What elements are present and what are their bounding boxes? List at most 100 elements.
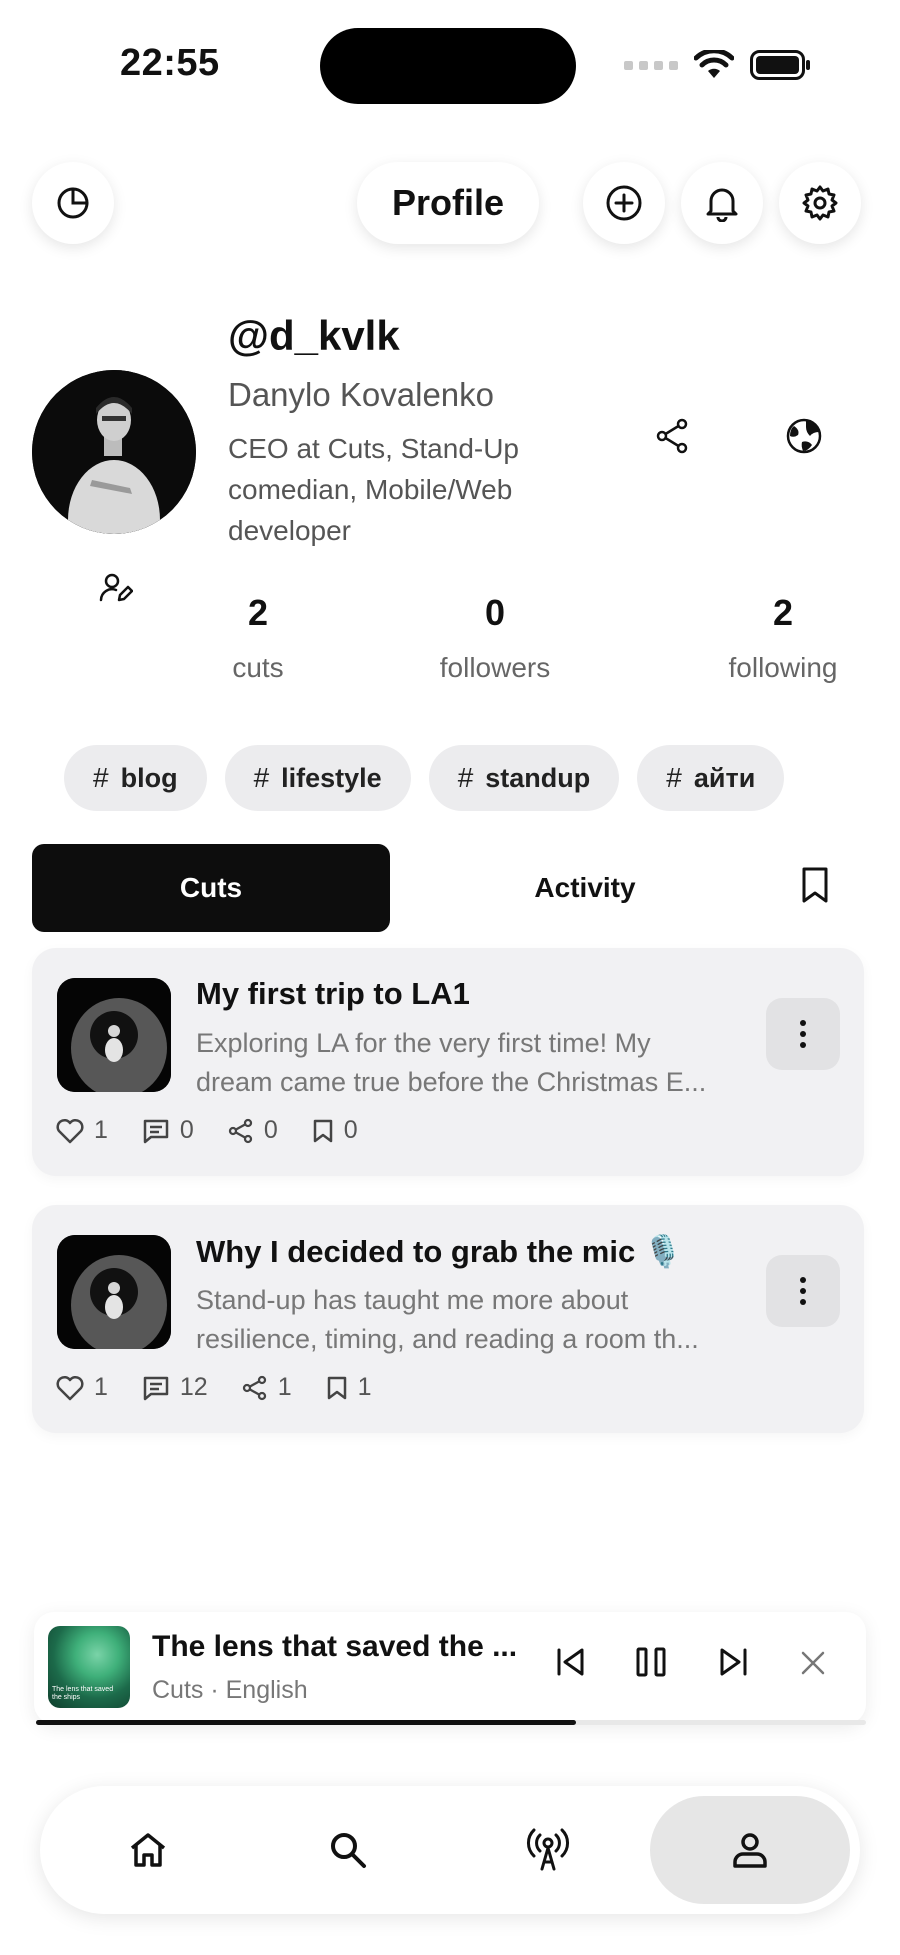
- history-button[interactable]: [32, 162, 114, 244]
- comment-count: 12: [179, 1373, 208, 1401]
- post-card[interactable]: Why I decided to grab the mic 🎙️ Stand-u…: [32, 1205, 864, 1433]
- edit-profile-button[interactable]: [96, 568, 136, 608]
- history-icon: [57, 187, 89, 219]
- previous-button[interactable]: [554, 1646, 588, 1683]
- stat-following-label: following: [728, 652, 838, 683]
- nav-search[interactable]: [268, 1786, 428, 1914]
- more-vertical-icon: [800, 1277, 806, 1305]
- save-count: 0: [343, 1116, 358, 1144]
- player-progress-fill: [36, 1720, 576, 1725]
- pause-button[interactable]: [634, 1646, 668, 1683]
- tag-lifestyle[interactable]: # lifestyle: [224, 745, 411, 811]
- tag-list: # blog # lifestyle # standup # айти: [64, 745, 785, 811]
- dynamic-island: [320, 28, 576, 104]
- search-icon: [331, 1833, 366, 1868]
- nav-live[interactable]: [468, 1786, 628, 1914]
- hash-icon: #: [666, 762, 682, 793]
- hash-icon: #: [457, 762, 474, 793]
- post-stats: 1 0 0 0: [56, 1116, 392, 1145]
- stat-following[interactable]: 2 following: [708, 592, 858, 684]
- add-button[interactable]: [583, 162, 665, 244]
- hash-icon: #: [93, 762, 109, 793]
- tab-activity[interactable]: Activity: [440, 844, 730, 932]
- share-button[interactable]: 1: [242, 1373, 292, 1402]
- post-thumbnail: [57, 1235, 171, 1349]
- artwork-caption: The lens that saved the ships: [52, 1686, 114, 1701]
- pause-icon: [636, 1647, 666, 1677]
- page-title: Profile: [357, 162, 539, 244]
- post-description-line: Stand-up has taught me more about: [196, 1285, 629, 1315]
- cellular-signal-icon: [624, 60, 678, 70]
- post-thumbnail: [57, 978, 171, 1092]
- website-button[interactable]: [780, 412, 828, 460]
- comment-button[interactable]: 12: [142, 1373, 208, 1402]
- wifi-icon: [694, 50, 734, 78]
- comment-button[interactable]: 0: [142, 1116, 194, 1145]
- save-button[interactable]: 1: [326, 1373, 372, 1402]
- status-time: 22:55: [120, 42, 220, 84]
- hash-icon: #: [253, 762, 270, 793]
- stat-cuts-label: cuts: [232, 652, 284, 683]
- tag-blog[interactable]: # blog: [64, 745, 207, 811]
- mini-player[interactable]: The lens that saved the ships The lens t…: [34, 1612, 866, 1724]
- tag-aiti[interactable]: # айти: [637, 745, 785, 811]
- post-card[interactable]: My first trip to LA1 Exploring LA for th…: [32, 948, 864, 1176]
- post-stats: 1 12 1 1: [56, 1373, 406, 1402]
- share-count: 1: [277, 1373, 292, 1401]
- post-more-button[interactable]: [766, 998, 840, 1070]
- stat-cuts[interactable]: 2 cuts: [218, 592, 298, 684]
- post-description-line: Exploring LA for the very first time! My: [196, 1028, 651, 1058]
- tag-label: standup: [485, 762, 591, 793]
- more-vertical-icon: [800, 1020, 806, 1048]
- heart-icon: [56, 1375, 84, 1400]
- close-player-button[interactable]: [800, 1650, 826, 1681]
- post-title: My first trip to LA1: [196, 976, 470, 1011]
- nav-home[interactable]: [68, 1786, 228, 1914]
- battery-icon: [750, 50, 810, 80]
- player-progress[interactable]: [36, 1720, 866, 1725]
- tag-label: blog: [120, 762, 178, 793]
- comment-count: 0: [179, 1116, 194, 1144]
- like-count: 1: [94, 1116, 108, 1144]
- edit-profile-icon: [99, 573, 133, 602]
- player-title: The lens that saved the ...: [152, 1630, 518, 1663]
- gear-icon: [802, 185, 838, 221]
- tag-label: айти: [693, 762, 756, 793]
- player-artwork: The lens that saved the ships: [48, 1626, 130, 1708]
- comment-icon: [143, 1376, 169, 1400]
- tab-saved[interactable]: [800, 866, 830, 909]
- nav-profile[interactable]: [670, 1786, 830, 1914]
- post-more-button[interactable]: [766, 1255, 840, 1327]
- user-icon: [733, 1833, 767, 1868]
- skip-previous-icon: [557, 1648, 584, 1676]
- bookmark-icon: [802, 867, 828, 903]
- share-icon: [242, 1375, 266, 1400]
- share-button[interactable]: 0: [228, 1116, 278, 1145]
- bell-icon: [706, 188, 738, 222]
- like-button[interactable]: 1: [56, 1116, 108, 1145]
- bookmark-icon: [313, 1119, 332, 1142]
- status-icons: [624, 50, 812, 80]
- tag-standup[interactable]: # standup: [428, 745, 620, 811]
- globe-icon: [786, 418, 822, 454]
- share-profile-button[interactable]: [650, 414, 694, 458]
- player-subtitle: Cuts · English: [152, 1676, 308, 1704]
- save-count: 1: [357, 1373, 372, 1401]
- next-button[interactable]: [716, 1646, 750, 1683]
- share-icon: [228, 1118, 252, 1143]
- heart-icon: [56, 1118, 84, 1143]
- stat-followers[interactable]: 0 followers: [420, 592, 570, 684]
- settings-button[interactable]: [779, 162, 861, 244]
- save-button[interactable]: 0: [312, 1116, 358, 1145]
- share-count: 0: [263, 1116, 278, 1144]
- post-description: Exploring LA for the very first time! My…: [196, 1024, 756, 1102]
- close-icon: [801, 1651, 825, 1675]
- tab-cuts[interactable]: Cuts: [32, 844, 390, 932]
- avatar[interactable]: [32, 370, 196, 534]
- stat-followers-label: followers: [439, 652, 551, 683]
- home-icon: [130, 1833, 166, 1867]
- like-button[interactable]: 1: [56, 1373, 108, 1402]
- add-circle-icon: [606, 185, 642, 221]
- notifications-button[interactable]: [681, 162, 763, 244]
- tag-label: lifestyle: [281, 762, 382, 793]
